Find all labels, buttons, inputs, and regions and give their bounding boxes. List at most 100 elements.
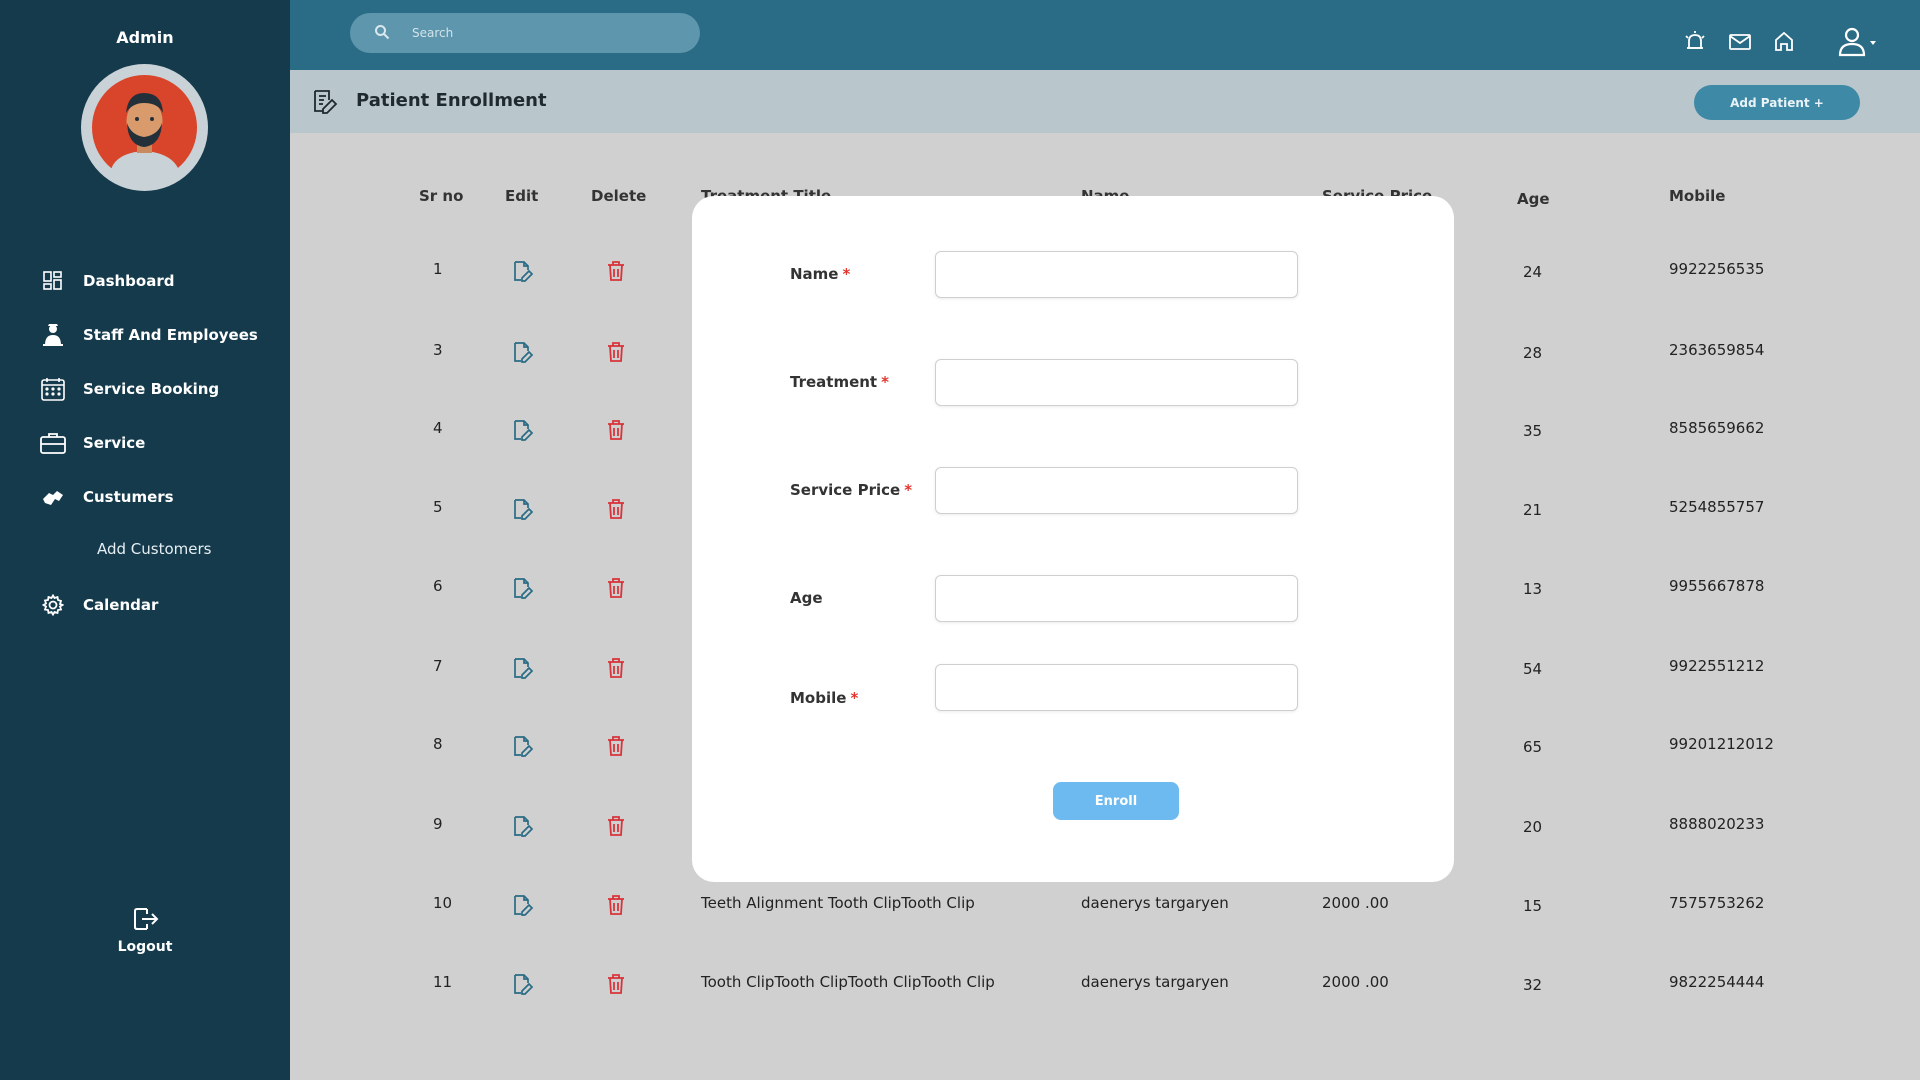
- name-cell: daenerys targaryen: [1081, 894, 1229, 912]
- sidebar-item-staff[interactable]: Staff And Employees: [40, 320, 258, 350]
- mobile-label: Mobile *: [790, 689, 859, 707]
- mobile-cell: 7575753262: [1669, 894, 1765, 912]
- treatment-title-cell: Teeth Alignment Tooth ClipTooth Clip: [701, 894, 975, 912]
- mobile-cell: 8585659662: [1669, 419, 1765, 437]
- logout-icon: [131, 905, 159, 933]
- mobile-cell: 9955667878: [1669, 577, 1765, 595]
- column-header-age: Age: [1517, 190, 1550, 208]
- sr-no-cell: 1: [433, 260, 443, 278]
- avatar[interactable]: [81, 64, 208, 191]
- column-header-delete: Delete: [591, 187, 647, 205]
- edit-icon[interactable]: [512, 498, 534, 520]
- sidebar-item-label: Staff And Employees: [83, 326, 258, 344]
- sr-no-cell: 8: [433, 735, 443, 753]
- sidebar-subitem-add-customers[interactable]: Add Customers: [97, 540, 212, 558]
- age-cell: 35: [1523, 422, 1543, 440]
- treatment-field[interactable]: [935, 359, 1298, 406]
- search-input[interactable]: [412, 26, 672, 40]
- sr-no-cell: 9: [433, 815, 443, 833]
- mobile-cell: 9822254444: [1669, 973, 1765, 991]
- mobile-cell: 2363659854: [1669, 341, 1765, 359]
- age-label: Age: [790, 589, 823, 607]
- mobile-field[interactable]: [935, 664, 1298, 711]
- edit-icon[interactable]: [512, 419, 534, 441]
- delete-icon[interactable]: [607, 499, 629, 521]
- service-price-field[interactable]: [935, 467, 1298, 514]
- treatment-title-cell: Tooth ClipTooth ClipTooth ClipTooth Clip: [701, 973, 995, 991]
- age-cell: 54: [1523, 660, 1543, 678]
- sr-no-cell: 4: [433, 419, 443, 437]
- service-price-cell: 2000 .00: [1322, 973, 1389, 991]
- user-icon[interactable]: [1837, 26, 1881, 58]
- sidebar-item-calendar[interactable]: Calendar: [40, 590, 158, 620]
- edit-icon[interactable]: [512, 815, 534, 837]
- column-header-edit: Edit: [505, 187, 539, 205]
- dashboard-icon: [40, 268, 66, 294]
- admin-label: Admin: [116, 28, 174, 47]
- delete-icon[interactable]: [607, 816, 629, 838]
- edit-icon[interactable]: [512, 894, 534, 916]
- search-icon: [374, 24, 392, 42]
- edit-icon[interactable]: [512, 973, 534, 995]
- sidebar-item-label: Service Booking: [83, 380, 220, 398]
- delete-icon[interactable]: [607, 420, 629, 442]
- name-label: Name *: [790, 265, 851, 283]
- delete-icon[interactable]: [607, 895, 629, 917]
- alarm-icon[interactable]: [1683, 30, 1709, 56]
- sr-no-cell: 10: [433, 894, 453, 912]
- mobile-cell: 9922551212: [1669, 657, 1765, 675]
- edit-icon[interactable]: [512, 657, 534, 679]
- avatar-illustration: [92, 75, 197, 180]
- sr-no-cell: 7: [433, 657, 443, 675]
- briefcase-icon: [40, 430, 66, 456]
- add-patient-button[interactable]: Add Patient +: [1694, 85, 1860, 120]
- logout-button[interactable]: Logout: [100, 905, 190, 955]
- top-bar: [290, 0, 1920, 70]
- enroll-button[interactable]: Enroll: [1053, 782, 1179, 820]
- delete-icon[interactable]: [607, 342, 629, 364]
- name-field[interactable]: [935, 251, 1298, 298]
- mobile-cell: 5254855757: [1669, 498, 1765, 516]
- service-price-label: Service Price *: [790, 481, 913, 499]
- age-cell: 13: [1523, 580, 1543, 598]
- age-cell: 20: [1523, 818, 1543, 836]
- name-cell: daenerys targaryen: [1081, 973, 1229, 991]
- page-header: Patient Enrollment Add Patient +: [290, 70, 1920, 133]
- delete-icon[interactable]: [607, 578, 629, 600]
- treatment-label: Treatment *: [790, 373, 889, 391]
- search-bar[interactable]: [350, 13, 700, 53]
- delete-icon[interactable]: [607, 736, 629, 758]
- mobile-cell: 9922256535: [1669, 260, 1765, 278]
- delete-icon[interactable]: [607, 261, 629, 283]
- mobile-cell: 99201212012: [1669, 735, 1774, 753]
- sidebar: Admin Dashboard Staff And Employees Serv…: [0, 0, 290, 1080]
- age-cell: 15: [1523, 897, 1543, 915]
- handshake-icon: [40, 484, 66, 510]
- sidebar-item-label: Dashboard: [83, 272, 175, 290]
- edit-icon[interactable]: [512, 577, 534, 599]
- sidebar-item-label: Custumers: [83, 488, 174, 506]
- delete-icon[interactable]: [607, 658, 629, 680]
- sidebar-item-custumers[interactable]: Custumers: [40, 482, 174, 512]
- sr-no-cell: 5: [433, 498, 443, 516]
- edit-document-icon: [312, 88, 338, 114]
- sidebar-item-dashboard[interactable]: Dashboard: [40, 266, 174, 296]
- column-header-sr-no: Sr no: [419, 187, 464, 205]
- delete-icon[interactable]: [607, 974, 629, 996]
- sidebar-item-service-booking[interactable]: Service Booking: [40, 374, 219, 404]
- sidebar-item-service[interactable]: Service: [40, 428, 145, 458]
- mail-icon[interactable]: [1728, 30, 1754, 56]
- enroll-modal: Name * Treatment * Service Price * Age Mobi…: [692, 196, 1454, 882]
- service-price-cell: 2000 .00: [1322, 894, 1389, 912]
- edit-icon[interactable]: [512, 735, 534, 757]
- logout-label: Logout: [117, 939, 173, 955]
- edit-icon[interactable]: [512, 260, 534, 282]
- home-icon[interactable]: [1773, 30, 1799, 56]
- column-header-mobile: Mobile: [1669, 187, 1726, 205]
- sidebar-item-label: Calendar: [83, 596, 159, 614]
- age-field[interactable]: [935, 575, 1298, 622]
- staff-icon: [40, 322, 66, 348]
- sr-no-cell: 11: [433, 973, 453, 991]
- age-cell: 32: [1523, 976, 1543, 994]
- edit-icon[interactable]: [512, 341, 534, 363]
